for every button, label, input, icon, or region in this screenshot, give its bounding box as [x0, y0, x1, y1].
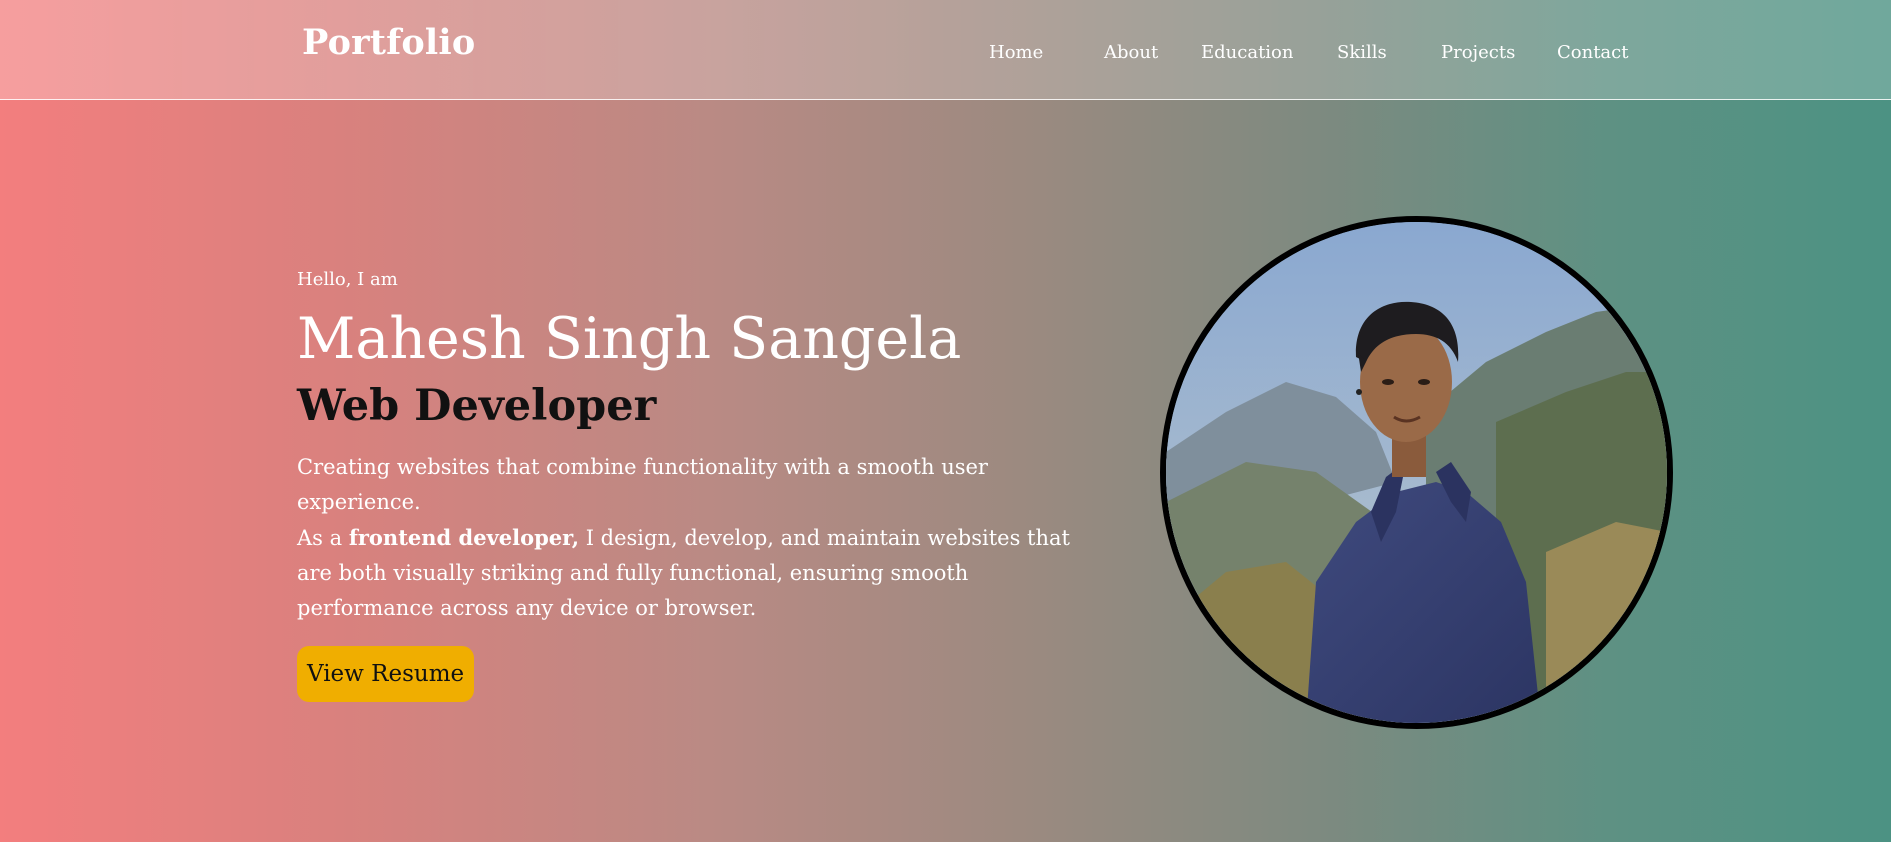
hero-greeting: Hello, I am — [297, 269, 398, 290]
nav-link-projects[interactable]: Projects — [1441, 42, 1515, 63]
hero-role: Web Developer — [297, 381, 657, 431]
hero-name: Mahesh Singh Sangela — [297, 306, 962, 372]
nav-link-contact[interactable]: Contact — [1557, 42, 1628, 63]
nav-link-skills[interactable]: Skills — [1337, 42, 1387, 63]
view-resume-button[interactable]: View Resume — [297, 646, 475, 702]
nav-link-home[interactable]: Home — [989, 42, 1043, 63]
nav-menu: Home About Education Skills Projects Con… — [0, 42, 1891, 66]
nav-link-education[interactable]: Education — [1201, 42, 1294, 63]
hero-intro: Hello, I am Mahesh Singh Sangela Web Dev… — [297, 268, 1097, 702]
hero-description-line1: Creating websites that combine functiona… — [297, 455, 988, 514]
profile-photo-illustration — [1166, 222, 1667, 723]
navbar: Portfolio Home About Education Skills Pr… — [0, 0, 1891, 100]
hero-description-bold: frontend developer, — [348, 525, 580, 550]
hero-description-prefix: As a — [297, 526, 349, 550]
profile-photo — [1160, 216, 1673, 729]
nav-link-about[interactable]: About — [1104, 42, 1158, 63]
hero-description: Creating websites that combine functiona… — [297, 450, 1097, 626]
